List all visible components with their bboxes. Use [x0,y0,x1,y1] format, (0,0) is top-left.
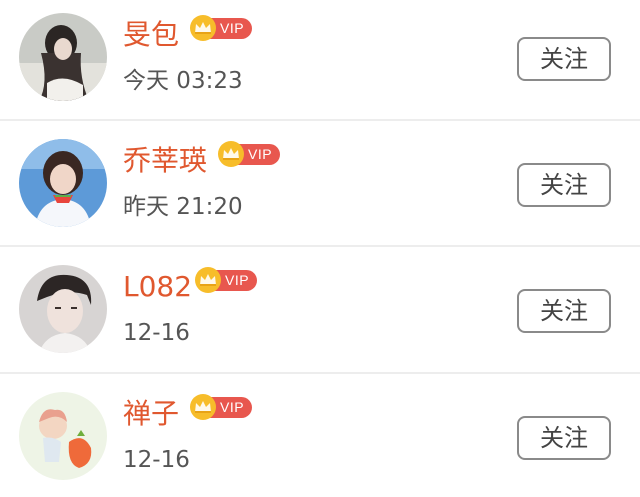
follow-button[interactable]: 关注 [517,416,611,460]
follow-button[interactable]: 关注 [517,289,611,333]
timestamp: 12-16 [123,447,190,473]
list-item[interactable]: 禅子 VIP 12-16 关注 [0,374,640,497]
follow-button[interactable]: 关注 [517,163,611,207]
vip-badge: VIP [195,267,258,293]
avatar[interactable] [19,265,107,353]
crown-icon [190,15,216,41]
timestamp: 昨天 21:20 [123,194,243,220]
user-name[interactable]: 乔莘瑛 [123,143,207,179]
timestamp: 今天 03:23 [123,68,243,94]
avatar[interactable] [19,139,107,227]
crown-icon [195,267,221,293]
list-item[interactable]: L082 VIP 12-16 关注 [0,247,640,373]
crown-icon [218,141,244,167]
list-item[interactable]: 乔莘瑛 VIP 昨天 21:20 关注 [0,121,640,247]
vip-badge: VIP [190,394,253,420]
avatar[interactable] [19,392,107,480]
vip-badge: VIP [190,15,253,41]
user-name[interactable]: 旻包 [123,17,179,53]
list-item[interactable]: 旻包 VIP 今天 03:23 关注 [0,0,640,121]
user-name[interactable]: 禅子 [123,396,179,432]
user-name[interactable]: L082 [123,269,192,305]
crown-icon [190,394,216,420]
avatar[interactable] [19,13,107,101]
timestamp: 12-16 [123,320,190,346]
follow-button[interactable]: 关注 [517,37,611,81]
vip-badge: VIP [218,141,281,167]
follower-list: 旻包 VIP 今天 03:23 关注 乔莘瑛 VIP 昨天 21:20 关注 L… [0,0,640,497]
